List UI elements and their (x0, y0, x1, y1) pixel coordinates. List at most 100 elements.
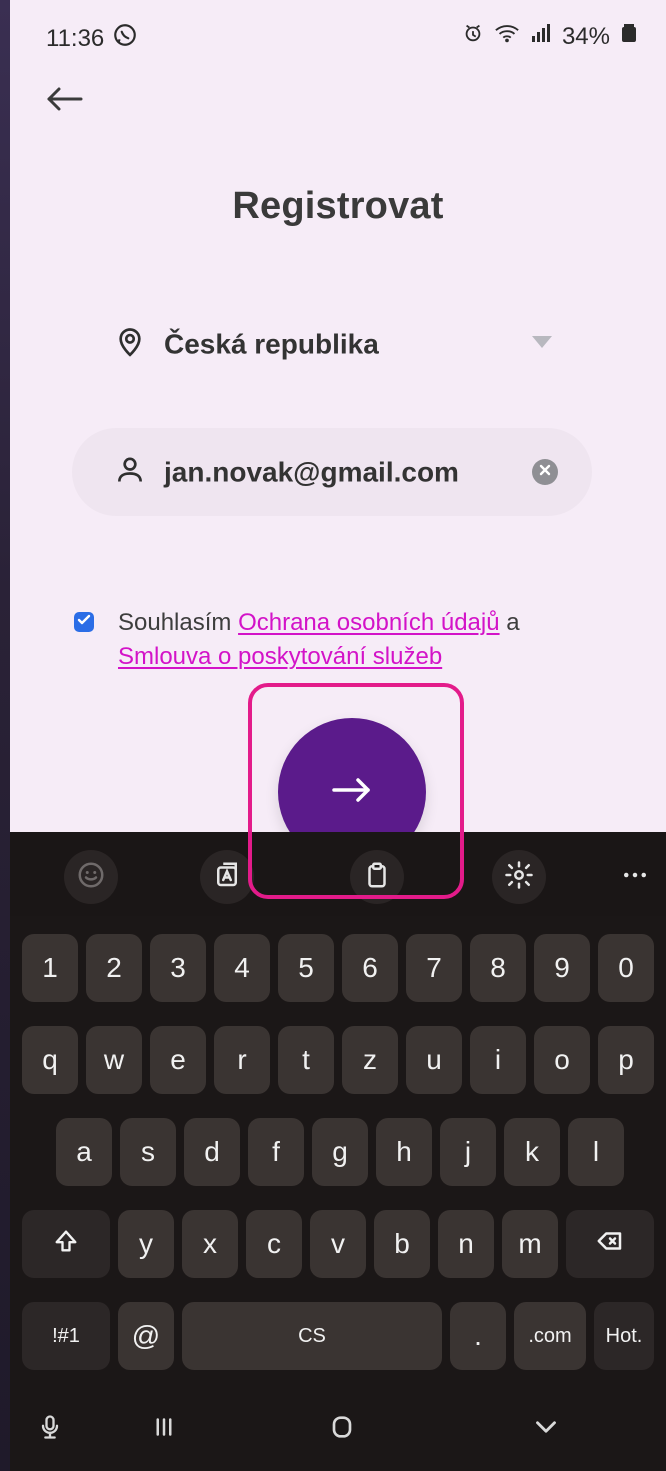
key-v[interactable]: v (310, 1210, 366, 1278)
key-y[interactable]: y (118, 1210, 174, 1278)
key-5[interactable]: 5 (278, 934, 334, 1002)
clear-input-button[interactable] (532, 459, 558, 485)
key-u[interactable]: u (406, 1026, 462, 1094)
key-p[interactable]: p (598, 1026, 654, 1094)
key-i[interactable]: i (470, 1026, 526, 1094)
key-o[interactable]: o (534, 1026, 590, 1094)
key-7[interactable]: 7 (406, 934, 462, 1002)
backspace-key[interactable] (566, 1210, 654, 1278)
email-value: jan.novak@gmail.com (164, 456, 459, 487)
chevron-down-icon (529, 1410, 563, 1449)
navigation-bar (10, 1385, 666, 1471)
key-2[interactable]: 2 (86, 934, 142, 1002)
status-bar: 11:36 34% (10, 0, 666, 80)
hot-key[interactable]: Hot. (594, 1302, 654, 1370)
key-j[interactable]: j (440, 1118, 496, 1186)
backspace-icon (595, 1226, 625, 1263)
consent-checkbox[interactable] (74, 612, 94, 632)
email-field[interactable]: jan.novak@gmail.com (72, 428, 592, 516)
recent-apps-button[interactable] (144, 1409, 184, 1449)
translate-button[interactable] (200, 850, 254, 904)
keyboard: 1 2 3 4 5 6 7 8 9 0 q w e r t z u i o p … (10, 832, 666, 1471)
translate-icon (212, 860, 242, 895)
key-z[interactable]: z (342, 1026, 398, 1094)
email-left: jan.novak@gmail.com (114, 454, 459, 491)
key-row-a: a s d f g h j k l (22, 1118, 662, 1194)
key-6[interactable]: 6 (342, 934, 398, 1002)
key-a[interactable]: a (56, 1118, 112, 1186)
wifi-icon (494, 22, 520, 51)
location-pin-icon (114, 326, 146, 363)
key-m[interactable]: m (502, 1210, 558, 1278)
arrow-left-icon (45, 85, 85, 118)
space-key[interactable]: CS (182, 1302, 442, 1370)
consent-prefix: Souhlasím (118, 609, 239, 636)
alarm-icon (462, 22, 484, 51)
status-time: 11:36 (46, 24, 105, 52)
status-right: 34% (462, 22, 638, 51)
settings-button[interactable] (492, 850, 546, 904)
highlight-box (248, 683, 464, 899)
home-button[interactable] (322, 1409, 362, 1449)
checkmark-icon (77, 613, 91, 632)
key-w[interactable]: w (86, 1026, 142, 1094)
battery-text: 34% (561, 22, 610, 50)
more-icon (620, 860, 650, 895)
key-9[interactable]: 9 (534, 934, 590, 1002)
key-g[interactable]: g (312, 1118, 368, 1186)
key-row-q: q w e r t z u i o p (22, 1026, 662, 1102)
mic-button[interactable] (30, 1409, 70, 1449)
terms-link[interactable]: Smlouva o poskytování služeb (118, 643, 442, 670)
key-c[interactable]: c (246, 1210, 302, 1278)
page-title: Registrovat (232, 185, 444, 227)
key-row-bottom: !#1 @ CS . .com Hot. (22, 1302, 662, 1378)
key-3[interactable]: 3 (150, 934, 206, 1002)
close-icon (538, 463, 552, 482)
hide-keyboard-button[interactable] (526, 1409, 566, 1449)
key-s[interactable]: s (120, 1118, 176, 1186)
stage: 11:36 34% Registrovat Česká republika ja… (0, 0, 666, 1471)
back-button[interactable] (38, 74, 92, 128)
key-t[interactable]: t (278, 1026, 334, 1094)
privacy-link[interactable]: Ochrana osobních údajů (238, 609, 500, 636)
com-key[interactable]: .com (514, 1302, 586, 1370)
key-b[interactable]: b (374, 1210, 430, 1278)
battery-icon (620, 22, 638, 51)
home-icon (326, 1411, 358, 1448)
symbols-key[interactable]: !#1 (22, 1302, 110, 1370)
key-f[interactable]: f (248, 1118, 304, 1186)
country-left: Česká republika (114, 326, 379, 363)
key-r[interactable]: r (214, 1026, 270, 1094)
status-time-group: 11:36 (46, 22, 138, 55)
more-button[interactable] (608, 850, 662, 904)
key-row-y: y x c v b n m (22, 1210, 662, 1286)
key-k[interactable]: k (504, 1118, 560, 1186)
consent-text: Souhlasím Ochrana osobních údajů a Smlou… (118, 606, 638, 674)
user-icon (114, 454, 146, 491)
signal-icon (530, 22, 552, 51)
key-l[interactable]: l (568, 1118, 624, 1186)
key-q[interactable]: q (22, 1026, 78, 1094)
key-d[interactable]: d (184, 1118, 240, 1186)
mic-icon (36, 1413, 64, 1446)
emoji-button[interactable] (64, 850, 118, 904)
key-4[interactable]: 4 (214, 934, 270, 1002)
key-1[interactable]: 1 (22, 934, 78, 1002)
consent-middle: a (499, 609, 520, 636)
dot-key[interactable]: . (450, 1302, 506, 1370)
key-row-numbers: 1 2 3 4 5 6 7 8 9 0 (22, 934, 662, 1010)
at-key[interactable]: @ (118, 1302, 174, 1370)
key-8[interactable]: 8 (470, 934, 526, 1002)
key-x[interactable]: x (182, 1210, 238, 1278)
shift-key[interactable] (22, 1210, 110, 1278)
country-value: Česká republika (164, 328, 379, 359)
key-n[interactable]: n (438, 1210, 494, 1278)
recent-apps-icon (149, 1412, 179, 1447)
phone-screen: 11:36 34% Registrovat Česká republika ja… (10, 0, 666, 1471)
key-h[interactable]: h (376, 1118, 432, 1186)
key-e[interactable]: e (150, 1026, 206, 1094)
country-selector[interactable]: Česká republika (72, 300, 592, 388)
shift-icon (52, 1227, 80, 1262)
key-0[interactable]: 0 (598, 934, 654, 1002)
dropdown-caret-icon (532, 335, 552, 353)
